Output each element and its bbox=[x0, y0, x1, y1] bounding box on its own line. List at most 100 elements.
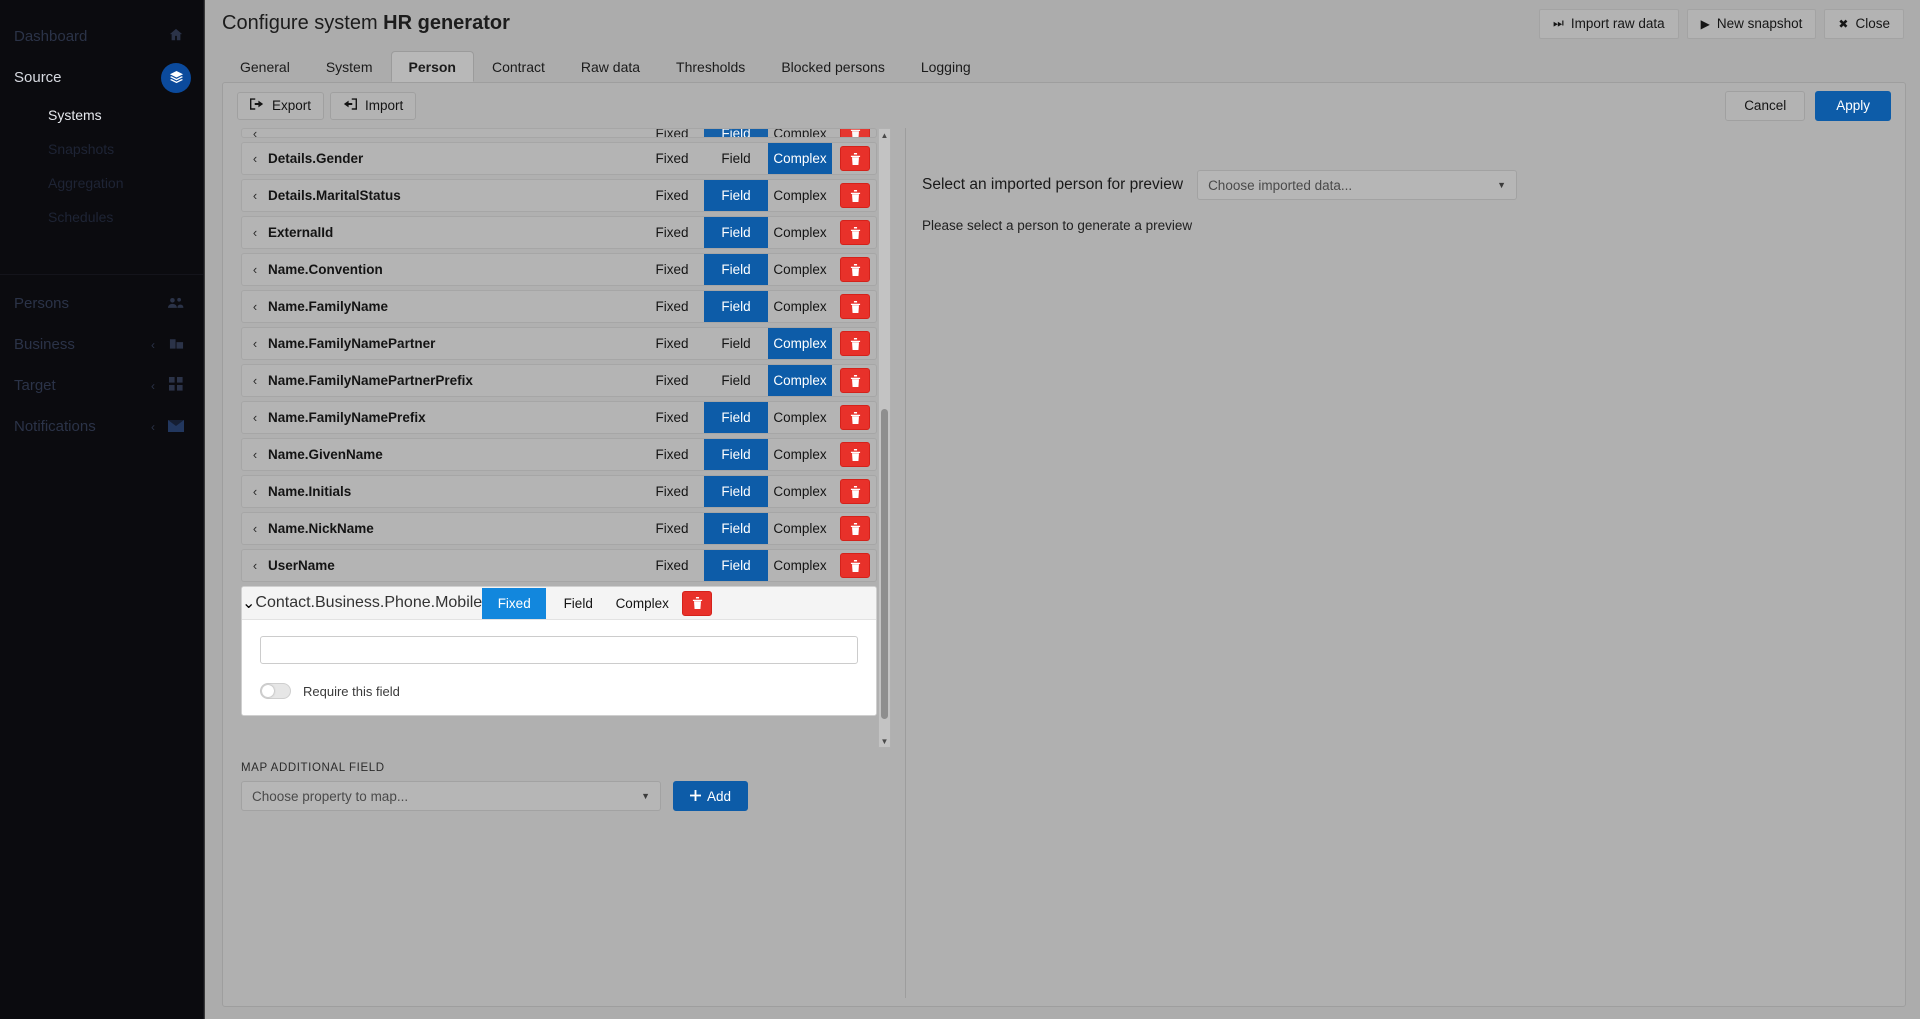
delete-mapping-button[interactable] bbox=[840, 257, 870, 282]
table-row[interactable]: ‹ Name.FamilyNamePartner Fixed Field Complex bbox=[241, 327, 877, 360]
delete-mapping-button[interactable] bbox=[840, 516, 870, 541]
delete-mapping-button[interactable] bbox=[840, 368, 870, 393]
delete-mapping-button[interactable] bbox=[840, 183, 870, 208]
delete-mapping-button[interactable] bbox=[840, 331, 870, 356]
segment-fixed-button[interactable]: Fixed bbox=[640, 129, 704, 137]
sidebar-item-aggregation[interactable]: Aggregation bbox=[34, 166, 203, 200]
segment-field-button[interactable]: Field bbox=[704, 143, 768, 174]
segment-fixed-button[interactable]: Fixed bbox=[640, 254, 704, 285]
table-row[interactable]: ‹ Details.Gender Fixed Field Complex bbox=[241, 142, 877, 175]
add-mapping-button[interactable]: Add bbox=[673, 781, 749, 811]
segment-complex-button[interactable]: Complex bbox=[768, 129, 832, 137]
sidebar-item-target[interactable]: Target ‹ bbox=[0, 365, 203, 406]
expand-chevron-icon[interactable]: ‹ bbox=[242, 336, 268, 351]
segment-field-button[interactable]: Field bbox=[704, 254, 768, 285]
tab-logging[interactable]: Logging bbox=[903, 51, 989, 82]
segment-field-button[interactable]: Field bbox=[704, 180, 768, 211]
tab-general[interactable]: General bbox=[222, 51, 308, 82]
scroll-down-arrow[interactable]: ▼ bbox=[879, 735, 890, 747]
sidebar-item-snapshots[interactable]: Snapshots bbox=[34, 132, 203, 166]
expanded-mapping-header[interactable]: ⌄ Contact.Business.Phone.Mobile Fixed Field… bbox=[242, 587, 876, 620]
delete-mapping-button[interactable] bbox=[840, 129, 870, 137]
delete-mapping-button[interactable] bbox=[840, 146, 870, 171]
segment-field-button[interactable]: Field bbox=[704, 402, 768, 433]
segment-field-button[interactable]: Field bbox=[704, 217, 768, 248]
delete-mapping-button[interactable] bbox=[840, 553, 870, 578]
segment-complex-button[interactable]: Complex bbox=[768, 439, 832, 470]
segment-complex-button[interactable]: Complex bbox=[768, 291, 832, 322]
scrollbar-thumb[interactable] bbox=[881, 409, 888, 719]
tab-blocked-persons[interactable]: Blocked persons bbox=[763, 51, 903, 82]
segment-complex-button[interactable]: Complex bbox=[768, 143, 832, 174]
segment-fixed-button[interactable]: Fixed bbox=[640, 476, 704, 507]
segment-fixed-button[interactable]: Fixed bbox=[640, 180, 704, 211]
expand-chevron-icon[interactable]: ‹ bbox=[242, 373, 268, 388]
segment-complex-button[interactable]: Complex bbox=[768, 513, 832, 544]
segment-fixed-button[interactable]: Fixed bbox=[640, 328, 704, 359]
sidebar-item-persons[interactable]: Persons bbox=[0, 283, 203, 324]
fixed-value-input[interactable] bbox=[260, 636, 858, 664]
segment-fixed-button[interactable]: Fixed bbox=[640, 439, 704, 470]
table-row[interactable]: ‹ Name.Initials Fixed Field Complex bbox=[241, 475, 877, 508]
segment-fixed-button[interactable]: Fixed bbox=[640, 291, 704, 322]
delete-mapping-button[interactable] bbox=[840, 294, 870, 319]
collapse-chevron-icon[interactable]: ⌄ bbox=[242, 593, 255, 613]
table-row[interactable]: ‹ Name.Convention Fixed Field Complex bbox=[241, 253, 877, 286]
segment-fixed-button[interactable]: Fixed bbox=[640, 513, 704, 544]
segment-fixed-button[interactable]: Fixed bbox=[640, 402, 704, 433]
sidebar-item-notifications[interactable]: Notifications ‹ bbox=[0, 406, 203, 447]
segment-field-button[interactable]: Field bbox=[704, 365, 768, 396]
sidebar-item-systems[interactable]: Systems bbox=[34, 98, 203, 132]
tab-system[interactable]: System bbox=[308, 51, 391, 82]
tab-thresholds[interactable]: Thresholds bbox=[658, 51, 763, 82]
segment-complex-button[interactable]: Complex bbox=[768, 476, 832, 507]
delete-mapping-button[interactable] bbox=[840, 479, 870, 504]
expand-chevron-icon[interactable]: ‹ bbox=[242, 558, 268, 573]
segment-complex-button[interactable]: Complex bbox=[768, 402, 832, 433]
list-scrollbar[interactable]: ▲ ▼ bbox=[878, 128, 891, 748]
segment-field-button[interactable]: Field bbox=[704, 476, 768, 507]
expand-chevron-icon[interactable]: ‹ bbox=[242, 262, 268, 277]
apply-button[interactable]: Apply bbox=[1815, 90, 1891, 121]
segment-fixed-button[interactable]: Fixed bbox=[482, 587, 547, 619]
import-button[interactable]: Import bbox=[330, 91, 417, 120]
segment-field-button[interactable]: Field bbox=[546, 588, 610, 619]
new-snapshot-button[interactable]: ▶ New snapshot bbox=[1686, 8, 1817, 39]
sidebar-item-schedules[interactable]: Schedules bbox=[34, 200, 203, 234]
table-row[interactable]: ‹ Name.NickName Fixed Field Complex bbox=[241, 512, 877, 545]
delete-mapping-button[interactable] bbox=[840, 405, 870, 430]
segment-field-button[interactable]: Field bbox=[704, 328, 768, 359]
sidebar-item-source[interactable]: Source ⌄ bbox=[0, 57, 203, 98]
segment-complex-button[interactable]: Complex bbox=[768, 365, 832, 396]
segment-field-button[interactable]: Field bbox=[704, 129, 768, 137]
table-row[interactable]: ‹ Fixed Field Complex bbox=[241, 128, 877, 138]
segment-complex-button[interactable]: Complex bbox=[768, 217, 832, 248]
expand-chevron-icon[interactable]: ‹ bbox=[242, 188, 268, 203]
delete-mapping-button[interactable] bbox=[840, 220, 870, 245]
expand-chevron-icon[interactable]: ‹ bbox=[242, 129, 268, 137]
segment-complex-button[interactable]: Complex bbox=[768, 550, 832, 581]
segment-complex-button[interactable]: Complex bbox=[768, 180, 832, 211]
tab-contract[interactable]: Contract bbox=[474, 51, 563, 82]
segment-field-button[interactable]: Field bbox=[704, 513, 768, 544]
map-property-select[interactable]: Choose property to map... ▼ bbox=[241, 781, 661, 811]
table-row[interactable]: ‹ Name.FamilyNamePartnerPrefix Fixed Field C… bbox=[241, 364, 877, 397]
delete-mapping-button[interactable] bbox=[682, 590, 713, 616]
segment-complex-button[interactable]: Complex bbox=[768, 328, 832, 359]
segment-field-button[interactable]: Field bbox=[704, 550, 768, 581]
delete-mapping-button[interactable] bbox=[840, 442, 870, 467]
expand-chevron-icon[interactable]: ‹ bbox=[242, 447, 268, 462]
tab-raw-data[interactable]: Raw data bbox=[563, 51, 658, 82]
close-button[interactable]: ✖ Close bbox=[1824, 8, 1904, 39]
segment-fixed-button[interactable]: Fixed bbox=[640, 550, 704, 581]
expand-chevron-icon[interactable]: ‹ bbox=[242, 521, 268, 536]
export-button[interactable]: Export bbox=[237, 91, 325, 120]
scroll-up-arrow[interactable]: ▲ bbox=[879, 129, 890, 141]
table-row[interactable]: ‹ Name.GivenName Fixed Field Complex bbox=[241, 438, 877, 471]
segment-fixed-button[interactable]: Fixed bbox=[640, 365, 704, 396]
segment-complex-button[interactable]: Complex bbox=[768, 254, 832, 285]
segment-complex-button[interactable]: Complex bbox=[610, 588, 674, 619]
expand-chevron-icon[interactable]: ‹ bbox=[242, 299, 268, 314]
cancel-button[interactable]: Cancel bbox=[1725, 90, 1806, 121]
table-row[interactable]: ‹ UserName Fixed Field Complex bbox=[241, 549, 877, 582]
